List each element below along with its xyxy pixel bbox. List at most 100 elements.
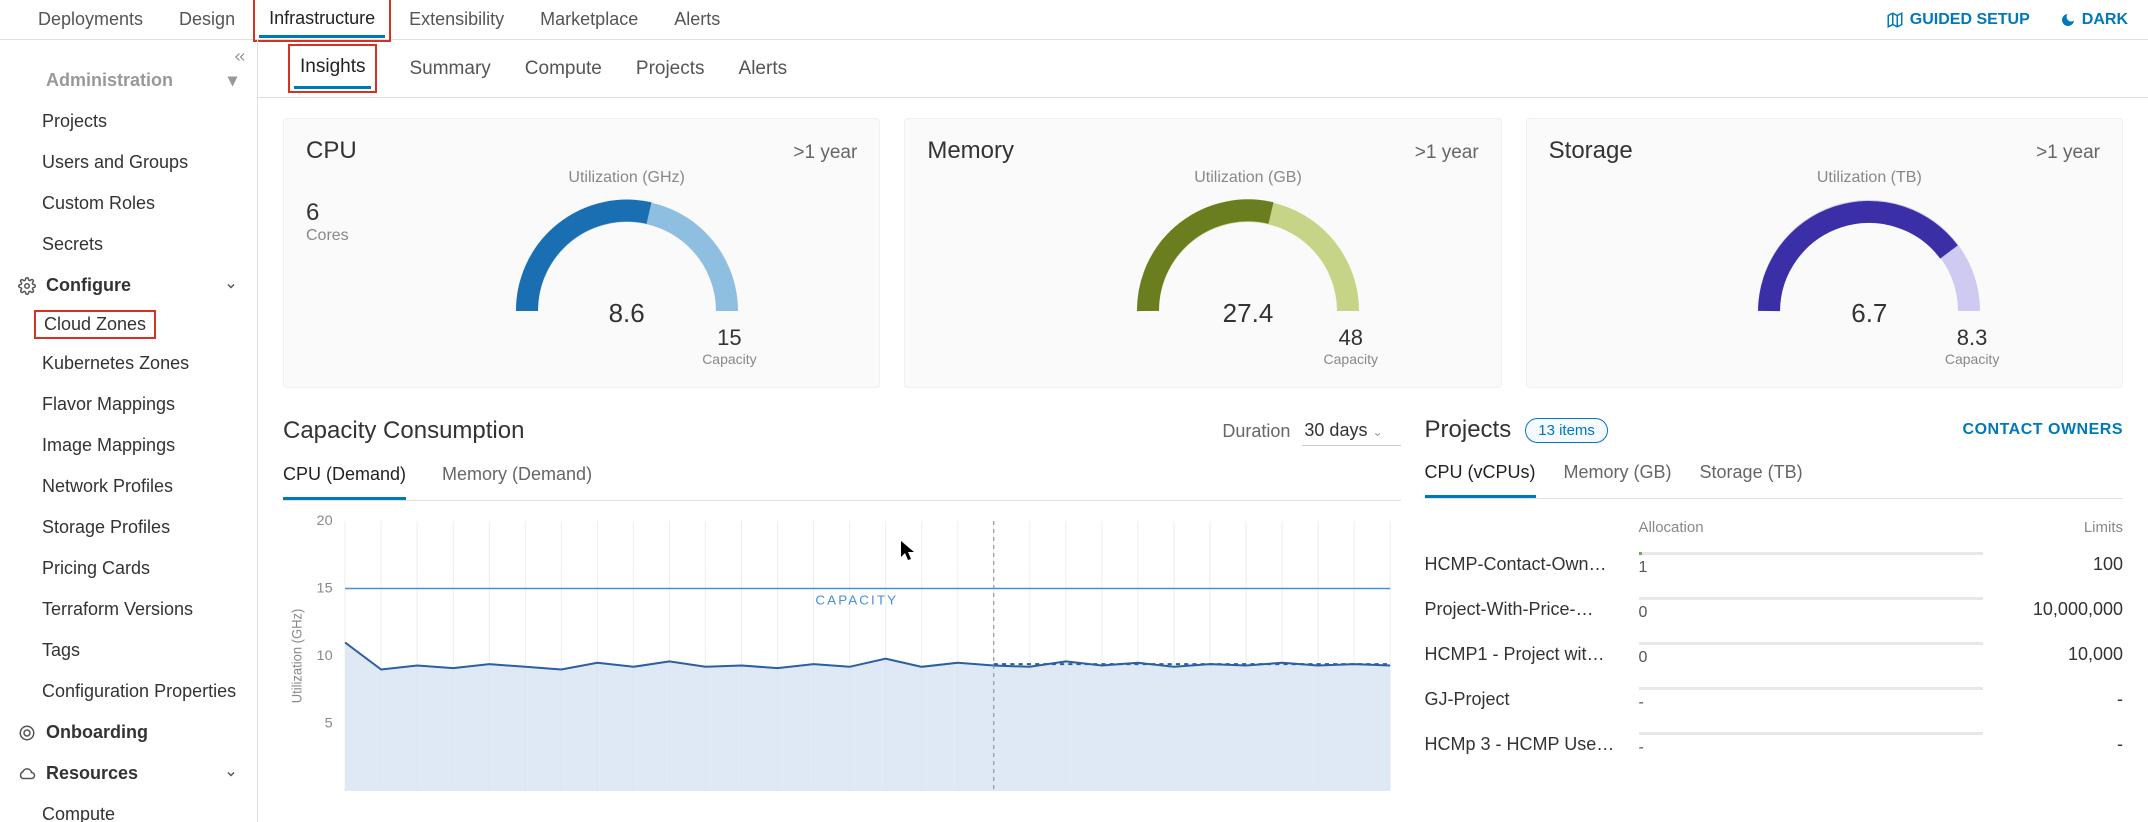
project-row[interactable]: HCMp 3 - HCMP Use… - - — [1425, 722, 2123, 767]
limit-value: - — [1983, 689, 2123, 710]
sidebar-item-custom-roles[interactable]: Custom Roles — [0, 183, 257, 224]
proj-tab-memory[interactable]: Memory (GB) — [1564, 462, 1672, 498]
subnav-item-projects[interactable]: Projects — [634, 42, 707, 96]
cloud-icon — [18, 765, 36, 783]
topnav-item-deployments[interactable]: Deployments — [20, 0, 161, 40]
subnav-item-insights[interactable]: Insights — [294, 48, 371, 89]
sidebar-onboarding-label: Onboarding — [46, 722, 148, 743]
chevron-down-icon — [225, 280, 237, 292]
limit-value: 10,000 — [1983, 644, 2123, 665]
allocation-bar — [1639, 687, 1983, 690]
allocation-bar — [1639, 642, 1983, 645]
capacity-title: Capacity Consumption — [283, 417, 524, 445]
contact-owners-button[interactable]: CONTACT OWNERS — [1963, 421, 2123, 439]
topnav-item-infrastructure[interactable]: Infrastructure — [259, 2, 385, 38]
gear-icon — [18, 277, 36, 295]
project-name: HCMp 3 - HCMP Use… — [1425, 734, 1635, 755]
subnav: Insights Summary Compute Projects Alerts — [258, 40, 2148, 98]
topnav-item-marketplace[interactable]: Marketplace — [522, 0, 656, 40]
topnav-item-alerts[interactable]: Alerts — [656, 0, 738, 40]
sidebar-item-config-properties[interactable]: Configuration Properties — [0, 671, 257, 712]
gear-icon — [18, 72, 36, 90]
memory-capacity-value: 48 — [1324, 325, 1378, 351]
project-name: GJ-Project — [1425, 689, 1635, 710]
duration-label: Duration — [1222, 421, 1290, 442]
map-icon — [1886, 11, 1904, 29]
sidebar-admin-label: Administration — [46, 70, 173, 91]
dark-mode-toggle[interactable]: DARK — [2060, 11, 2128, 29]
limit-value: - — [1983, 734, 2123, 755]
svg-text:10: 10 — [317, 648, 333, 664]
chevron-down-icon — [225, 768, 237, 780]
cpu-unit-label: Utilization (GHz) — [568, 169, 684, 187]
svg-text:CAPACITY: CAPACITY — [815, 593, 898, 608]
subnav-item-summary[interactable]: Summary — [407, 42, 492, 96]
sidebar-group-onboarding[interactable]: Onboarding — [0, 712, 257, 753]
cpu-capacity-value: 15 — [702, 325, 756, 351]
projects-title: Projects — [1425, 416, 1512, 444]
projects-col-limits: Limits — [1983, 519, 2123, 536]
project-row[interactable]: HCMP1 - Project wit… 0 10,000 — [1425, 632, 2123, 677]
svg-text:5: 5 — [325, 716, 333, 732]
memory-gauge: 27.4 48 Capacity — [1128, 191, 1368, 331]
proj-tab-cpu[interactable]: CPU (vCPUs) — [1425, 462, 1536, 498]
sidebar: Administration ▾ Projects Users and Grou… — [0, 40, 258, 822]
project-name: HCMP-Contact-Own… — [1425, 554, 1635, 575]
subnav-item-alerts[interactable]: Alerts — [737, 42, 790, 96]
cap-tab-memory-demand[interactable]: Memory (Demand) — [442, 464, 592, 500]
storage-capacity-value: 8.3 — [1945, 325, 1999, 351]
memory-capacity-label: Capacity — [1324, 351, 1378, 367]
cursor-icon — [901, 541, 915, 561]
sidebar-item-terraform-versions[interactable]: Terraform Versions — [0, 589, 257, 630]
limit-value: 100 — [1983, 554, 2123, 575]
cpu-cores-label: Cores — [306, 227, 396, 245]
sidebar-item-flavor-mappings[interactable]: Flavor Mappings — [0, 384, 257, 425]
sidebar-group-configure[interactable]: Configure — [0, 265, 257, 306]
storage-unit-label: Utilization (TB) — [1817, 169, 1922, 187]
project-row[interactable]: GJ-Project - - — [1425, 677, 2123, 722]
sidebar-item-compute[interactable]: Compute — [0, 794, 257, 822]
sidebar-group-resources[interactable]: Resources — [0, 753, 257, 794]
cpu-gauge: 8.6 15 Capacity — [507, 191, 747, 331]
sidebar-item-projects[interactable]: Projects — [0, 101, 257, 142]
sidebar-item-cloud-zones[interactable]: Cloud Zones — [34, 310, 156, 339]
capacity-chart: 5101520CAPACITYUtilization (GHz) — [283, 511, 1401, 801]
sidebar-item-storage-profiles[interactable]: Storage Profiles — [0, 507, 257, 548]
sidebar-item-network-profiles[interactable]: Network Profiles — [0, 466, 257, 507]
project-row[interactable]: Project-With-Price-… 0 10,000,000 — [1425, 587, 2123, 632]
sidebar-item-image-mappings[interactable]: Image Mappings — [0, 425, 257, 466]
sidebar-collapse-button[interactable] — [231, 50, 249, 64]
sidebar-item-kubernetes-zones[interactable]: Kubernetes Zones — [0, 343, 257, 384]
duration-select[interactable]: 30 days ⌄ — [1302, 416, 1400, 446]
project-row[interactable]: HCMP-Contact-Own… 1 100 — [1425, 542, 2123, 587]
projects-panel: Projects 13 items CONTACT OWNERS CPU (vC… — [1425, 416, 2123, 801]
cap-tab-cpu-demand[interactable]: CPU (Demand) — [283, 464, 406, 500]
dark-label: DARK — [2082, 11, 2128, 29]
allocation-value: 0 — [1639, 604, 1983, 622]
cpu-capacity-label: Capacity — [702, 351, 756, 367]
cpu-age: >1 year — [793, 142, 857, 164]
top-nav: Deployments Design Infrastructure Extens… — [0, 0, 2148, 40]
allocation-bar — [1639, 597, 1983, 600]
storage-age: >1 year — [2036, 142, 2100, 164]
topnav-item-extensibility[interactable]: Extensibility — [391, 0, 522, 40]
storage-title: Storage — [1549, 137, 1633, 165]
sidebar-item-pricing-cards[interactable]: Pricing Cards — [0, 548, 257, 589]
sidebar-item-tags[interactable]: Tags — [0, 630, 257, 671]
memory-card: Memory >1 year Utilization (GB) — [904, 118, 1501, 388]
guided-setup-button[interactable]: GUIDED SETUP — [1886, 11, 2030, 29]
sidebar-item-users-groups[interactable]: Users and Groups — [0, 142, 257, 183]
sidebar-group-administration[interactable]: Administration ▾ — [0, 70, 257, 101]
svg-text:20: 20 — [317, 513, 333, 529]
allocation-value: 1 — [1639, 559, 1983, 577]
sidebar-item-secrets[interactable]: Secrets — [0, 224, 257, 265]
target-icon — [18, 724, 36, 742]
topnav-item-design[interactable]: Design — [161, 0, 253, 40]
sidebar-configure-label: Configure — [46, 275, 131, 296]
moon-icon — [2060, 12, 2076, 28]
storage-capacity-label: Capacity — [1945, 351, 1999, 367]
highlight-infrastructure: Infrastructure — [253, 0, 391, 42]
guided-setup-label: GUIDED SETUP — [1910, 11, 2030, 29]
proj-tab-storage[interactable]: Storage (TB) — [1700, 462, 1803, 498]
subnav-item-compute[interactable]: Compute — [523, 42, 604, 96]
